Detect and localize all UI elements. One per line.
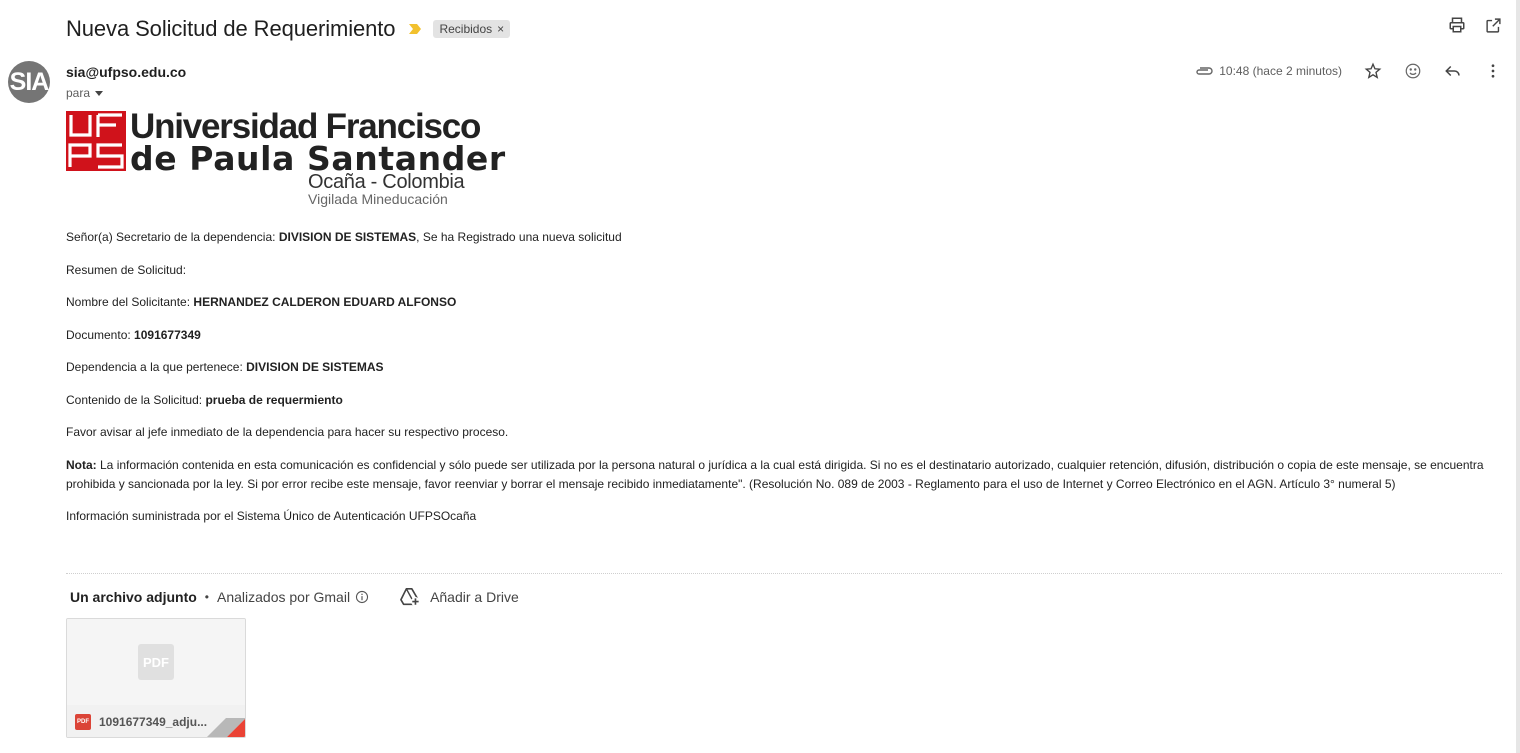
footer-paragraph: Información suministrada por el Sistema … — [66, 508, 477, 523]
emoji-reaction-icon[interactable] — [1404, 62, 1422, 80]
pdf-corner-fold-icon — [207, 718, 245, 737]
attachment-preview: PDF — [67, 619, 245, 705]
message-meta: 10:48 (hace 2 minutos) — [1195, 62, 1502, 80]
note-paragraph: Nota: La información contenida en esta c… — [66, 456, 1486, 494]
reply-icon[interactable] — [1444, 62, 1462, 80]
note-text: La información contenida en esta comunic… — [66, 457, 1484, 491]
pdf-placeholder-icon: PDF — [138, 644, 174, 680]
message-timestamp: 10:48 (hace 2 minutos) — [1219, 64, 1342, 78]
subject-row: Nueva Solicitud de Requerimiento Recibid… — [66, 14, 511, 44]
attachment-clip-icon — [1196, 67, 1213, 75]
attachment-count: Un archivo adjunto — [70, 589, 197, 605]
content-paragraph: Contenido de la Solicitud: prueba de req… — [66, 391, 1486, 410]
document-value: 1091677349 — [134, 327, 201, 342]
attachments-header: Un archivo adjunto • Analizados por Gmai… — [70, 587, 519, 607]
document-paragraph: Documento: 1091677349 — [66, 326, 1486, 345]
dependency-paragraph: Dependencia a la que pertenece: DIVISION… — [66, 358, 1486, 377]
separator-dot: • — [204, 590, 209, 604]
recipient-label: para — [66, 86, 91, 100]
summary-title: Resumen de Solicitud: — [66, 262, 187, 277]
add-to-drive-label: Añadir a Drive — [430, 589, 519, 605]
open-in-new-window-icon[interactable] — [1484, 16, 1502, 34]
important-marker-icon[interactable] — [409, 24, 422, 34]
chevron-down-icon — [95, 90, 104, 96]
add-to-drive-icon — [400, 588, 421, 607]
content-value: prueba de requermiento — [205, 392, 343, 407]
attachment-file-name: 1091677349_adju... — [99, 715, 208, 729]
instruction-paragraph: Favor avisar al jefe inmediato de la dep… — [66, 425, 509, 439]
email-subject: Nueva Solicitud de Requerimiento — [66, 16, 396, 41]
greeting-paragraph: Señor(a) Secretario de la dependencia: D… — [66, 228, 1486, 247]
info-icon[interactable] — [355, 590, 369, 604]
document-label: Documento: — [66, 327, 135, 342]
sender-email[interactable]: sia@ufpso.edu.co — [66, 64, 186, 80]
label-chip-text: Recibidos — [439, 22, 493, 36]
scan-status: Analizados por Gmail — [217, 589, 351, 605]
greeting-dependency: DIVISION DE SISTEMAS — [278, 230, 417, 244]
applicant-paragraph: Nombre del Solicitante: HERNANDEZ CALDER… — [66, 293, 1486, 312]
dependency-label: Dependencia a la que pertenece: — [66, 360, 247, 374]
star-icon[interactable] — [1364, 62, 1382, 80]
note-label: Nota: — [66, 457, 97, 472]
more-vert-icon[interactable] — [1484, 62, 1502, 80]
recipient-details-toggle[interactable]: para — [66, 86, 104, 100]
add-to-drive-button[interactable]: Añadir a Drive — [399, 587, 519, 607]
ufps-logo-mark — [66, 111, 126, 171]
attachment-card[interactable]: PDF PDF 1091677349_adju... — [66, 618, 246, 738]
label-chip-inbox[interactable]: Recibidos × — [433, 20, 511, 38]
thread-actions — [1448, 16, 1502, 34]
dependency-value: DIVISION DE SISTEMAS — [246, 360, 384, 374]
greeting-suffix: , Se ha Registrado una nueva solicitud — [416, 230, 622, 244]
content-label: Contenido de la Solicitud: — [66, 392, 206, 407]
email-body: Señor(a) Secretario de la dependencia: D… — [66, 228, 1486, 539]
university-logo: Universidad Francisco de Paula Santander… — [66, 107, 505, 211]
logo-line-4: Vigilada Mineducación — [308, 191, 448, 207]
scrollbar-track[interactable] — [1516, 0, 1520, 753]
applicant-label: Nombre del Solicitante: — [66, 295, 194, 309]
attachments-divider — [66, 573, 1502, 574]
greeting-prefix: Señor(a) Secretario de la dependencia: — [66, 230, 279, 244]
remove-label-button[interactable]: × — [497, 22, 504, 36]
pdf-file-icon: PDF — [75, 714, 91, 730]
sender-avatar[interactable]: SIA — [8, 61, 50, 103]
print-icon[interactable] — [1448, 16, 1466, 34]
applicant-value: HERNANDEZ CALDERON EDUARD ALFONSO — [193, 295, 457, 309]
